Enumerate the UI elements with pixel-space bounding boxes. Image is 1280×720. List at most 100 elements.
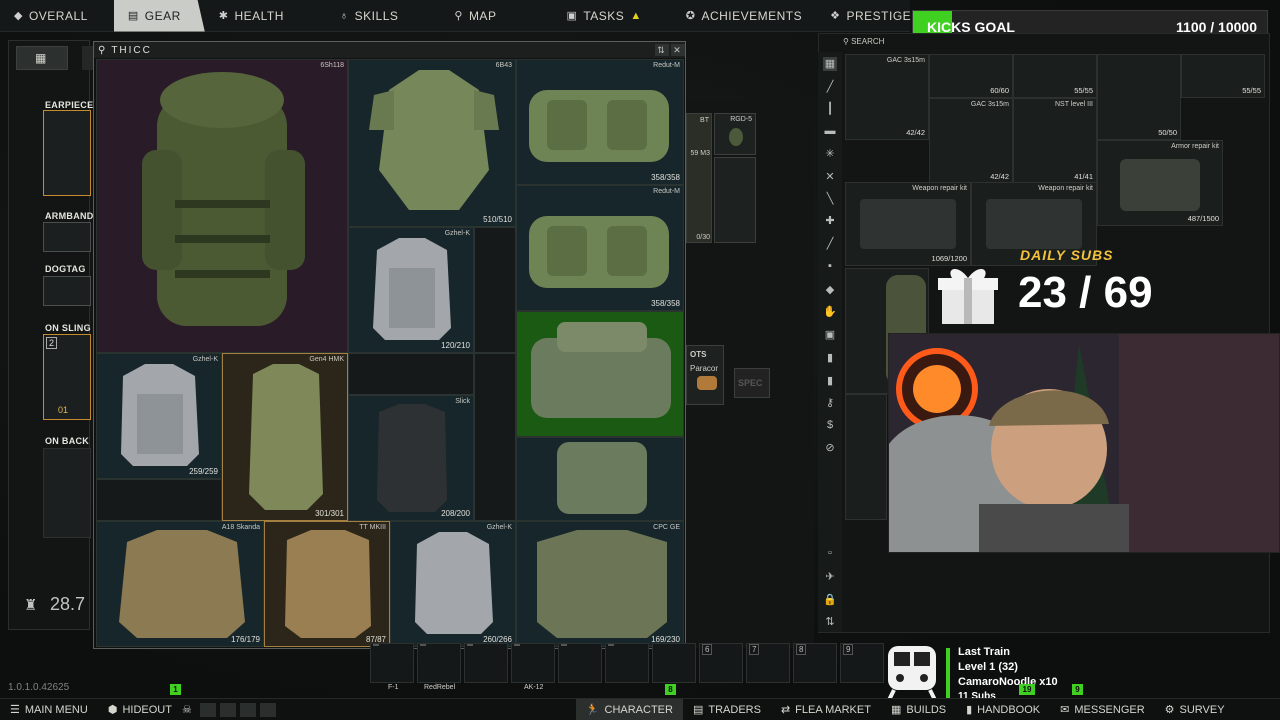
handbook-button[interactable]: ▮ HANDBOOK bbox=[956, 699, 1050, 720]
close-button[interactable]: ✕ bbox=[671, 44, 685, 56]
slot-armband[interactable] bbox=[43, 222, 91, 252]
main-menu-button[interactable]: ☰ MAIN MENU bbox=[0, 699, 98, 720]
slot-on-sling[interactable]: 2 01 bbox=[43, 334, 91, 420]
filter-armor-icon[interactable]: ◆ bbox=[823, 283, 837, 297]
hotbar-slot-2[interactable] bbox=[417, 643, 461, 683]
item-redut-m[interactable]: Redut-M 358/358 bbox=[516, 59, 684, 185]
item-slick[interactable]: Slick 208/200 bbox=[348, 395, 474, 521]
hotbar-slot-10[interactable]: 8 bbox=[793, 643, 837, 683]
item-6b43[interactable]: 6B43 510/510 bbox=[348, 59, 516, 227]
stash-collapse-icon[interactable]: ▫ bbox=[823, 547, 837, 561]
tab-gear[interactable]: ▤ GEAR bbox=[113, 0, 205, 32]
item-6sh118[interactable]: 6Sh118 bbox=[96, 59, 348, 353]
filter-case-icon[interactable]: ▣ bbox=[823, 328, 837, 342]
container-titlebar[interactable]: ⚲ THICC ⇅ ✕ bbox=[94, 42, 685, 58]
badge-nineteen: 19 bbox=[1019, 684, 1035, 695]
item-rgd-5[interactable]: RGD-5 bbox=[714, 113, 756, 155]
stash-item-document[interactable]: 55/55 bbox=[1181, 54, 1265, 98]
quick-slot[interactable] bbox=[199, 702, 216, 717]
stash-item-gac[interactable]: GAC 3s15m 42/42 bbox=[929, 98, 1013, 184]
item-a18-skanda[interactable]: A18 Skanda 176/179 bbox=[96, 521, 264, 647]
filter-tools-icon[interactable]: ✕ bbox=[823, 170, 837, 184]
filter-ammo-icon[interactable]: ┃ bbox=[823, 102, 837, 116]
stash-search[interactable]: ⚲ SEARCH bbox=[843, 37, 884, 46]
item-gzhel-k[interactable]: Gzhel-K 259/259 bbox=[96, 353, 222, 479]
item-gen4-hmk[interactable]: Gen4 HMK 301/301 bbox=[222, 353, 348, 521]
filter-keys-icon[interactable]: ⚷ bbox=[823, 396, 837, 410]
rig-slot[interactable]: BT 59 M3 0/30 bbox=[686, 113, 712, 243]
quick-slot[interactable] bbox=[239, 702, 256, 717]
tab-health[interactable]: ✱ HEALTH bbox=[205, 0, 298, 32]
stash-item-plate[interactable]: 55/55 bbox=[1013, 54, 1097, 98]
item-cpc-ge[interactable]: CPC GE 169/230 bbox=[516, 521, 684, 647]
gear-preset-button[interactable]: ▦ bbox=[16, 46, 68, 70]
filter-gloves-icon[interactable]: ✋ bbox=[823, 305, 837, 319]
slot-on-back[interactable] bbox=[43, 448, 91, 538]
hotbar-slot-11[interactable]: 9 bbox=[840, 643, 884, 683]
filter-misc-icon[interactable]: ╱ bbox=[823, 237, 837, 251]
spec-watermark: SPEC bbox=[738, 378, 763, 388]
hotbar-slot-1[interactable] bbox=[370, 643, 414, 683]
tab-map[interactable]: ⚲ MAP bbox=[440, 0, 510, 32]
stash-lock-icon[interactable]: 🔒 bbox=[823, 593, 837, 607]
stash-pin-icon[interactable]: ✈ bbox=[823, 570, 837, 584]
empty-slot[interactable] bbox=[474, 353, 516, 521]
tab-achievements[interactable]: ✪ ACHIEVEMENTS bbox=[672, 0, 816, 32]
stash-sort-icon[interactable]: ⇅ bbox=[823, 615, 837, 629]
stash-item-gac[interactable]: GAC 3s15m 42/42 bbox=[845, 54, 929, 140]
quick-slot[interactable] bbox=[259, 702, 276, 717]
slot-dogtag[interactable] bbox=[43, 276, 91, 306]
stash-item-nst[interactable]: NST level III 41/41 bbox=[1013, 98, 1097, 184]
tab-prestige[interactable]: ❖ PRESTIGE bbox=[816, 0, 925, 32]
filter-gear-icon[interactable]: ▪ bbox=[823, 260, 837, 274]
filter-star-icon[interactable]: ✳ bbox=[823, 147, 837, 161]
item-tt-mkiii[interactable]: TT MKIII 87/87 bbox=[264, 521, 390, 647]
filter-info-icon[interactable]: ⊘ bbox=[823, 441, 837, 455]
filter-all-icon[interactable]: ▦ bbox=[823, 57, 837, 71]
tab-tasks[interactable]: ▣ TASKS ▲ bbox=[552, 0, 655, 32]
empty-slot[interactable] bbox=[474, 227, 516, 353]
sort-button[interactable]: ⇅ bbox=[655, 44, 669, 56]
survey-button[interactable]: ⚙ SURVEY bbox=[1155, 699, 1235, 720]
empty-slot[interactable] bbox=[348, 353, 474, 395]
stash-item-plate[interactable]: 60/60 bbox=[929, 54, 1013, 98]
filter-mods-icon[interactable]: ▬ bbox=[823, 125, 837, 139]
rig-slot[interactable] bbox=[714, 157, 756, 243]
tab-skills[interactable]: ♁ SKILLS bbox=[326, 0, 412, 32]
filter-knife-icon[interactable]: ╲ bbox=[823, 192, 837, 206]
hideout-button[interactable]: ⬢ HIDEOUT bbox=[98, 699, 182, 720]
filter-key-icon[interactable]: ▮ bbox=[823, 374, 837, 388]
quick-slot[interactable] bbox=[219, 702, 236, 717]
hotbar-slot-number bbox=[514, 644, 520, 646]
flea-market-button[interactable]: ⇄ FLEA MARKET bbox=[771, 699, 881, 720]
filter-medical-icon[interactable]: ✚ bbox=[823, 214, 837, 228]
slot-earpiece[interactable] bbox=[43, 110, 91, 196]
tab-overall[interactable]: ◆ OVERALL bbox=[0, 0, 102, 32]
empty-slot[interactable] bbox=[96, 479, 222, 521]
hotbar-slot-8[interactable]: 6 bbox=[699, 643, 743, 683]
filter-weapons-icon[interactable]: ╱ bbox=[823, 80, 837, 94]
hotbar-slot-4[interactable] bbox=[511, 643, 555, 683]
hotbar-label-redrebel: RedRebel bbox=[424, 684, 456, 691]
paracord-icon bbox=[697, 376, 717, 390]
item-gzhel-k[interactable]: Gzhel-K 260/266 bbox=[390, 521, 516, 647]
hotbar-slot-9[interactable]: 7 bbox=[746, 643, 790, 683]
traders-button[interactable]: ▤ TRADERS bbox=[683, 699, 771, 720]
messenger-button[interactable]: ✉ MESSENGER bbox=[1050, 699, 1155, 720]
filter-money-icon[interactable]: $ bbox=[823, 419, 837, 433]
item-redut-m[interactable]: Redut-M 358/358 bbox=[516, 185, 684, 311]
builds-button[interactable]: ▦ BUILDS bbox=[881, 699, 956, 720]
hotbar-slot-3[interactable] bbox=[464, 643, 508, 683]
hotbar-slot-5[interactable] bbox=[558, 643, 602, 683]
stash-item-armor-repair-kit[interactable]: Armor repair kit 487/1500 bbox=[1097, 140, 1223, 226]
item-gzhel-k[interactable]: Gzhel-K 120/210 bbox=[348, 227, 474, 353]
item-selected-armor-lower[interactable] bbox=[516, 437, 684, 521]
filter-food-icon[interactable]: ▮ bbox=[823, 351, 837, 365]
hotbar-slot-6[interactable] bbox=[605, 643, 649, 683]
hotbar-slot-7[interactable] bbox=[652, 643, 696, 683]
character-button[interactable]: 🏃 CHARACTER bbox=[575, 698, 683, 720]
stash-item-plate[interactable]: 50/50 bbox=[1097, 54, 1181, 140]
item-selected-armor[interactable] bbox=[516, 311, 684, 437]
stash-slot[interactable] bbox=[845, 394, 887, 520]
item-paracord[interactable]: OTS Paracor bbox=[686, 345, 724, 405]
